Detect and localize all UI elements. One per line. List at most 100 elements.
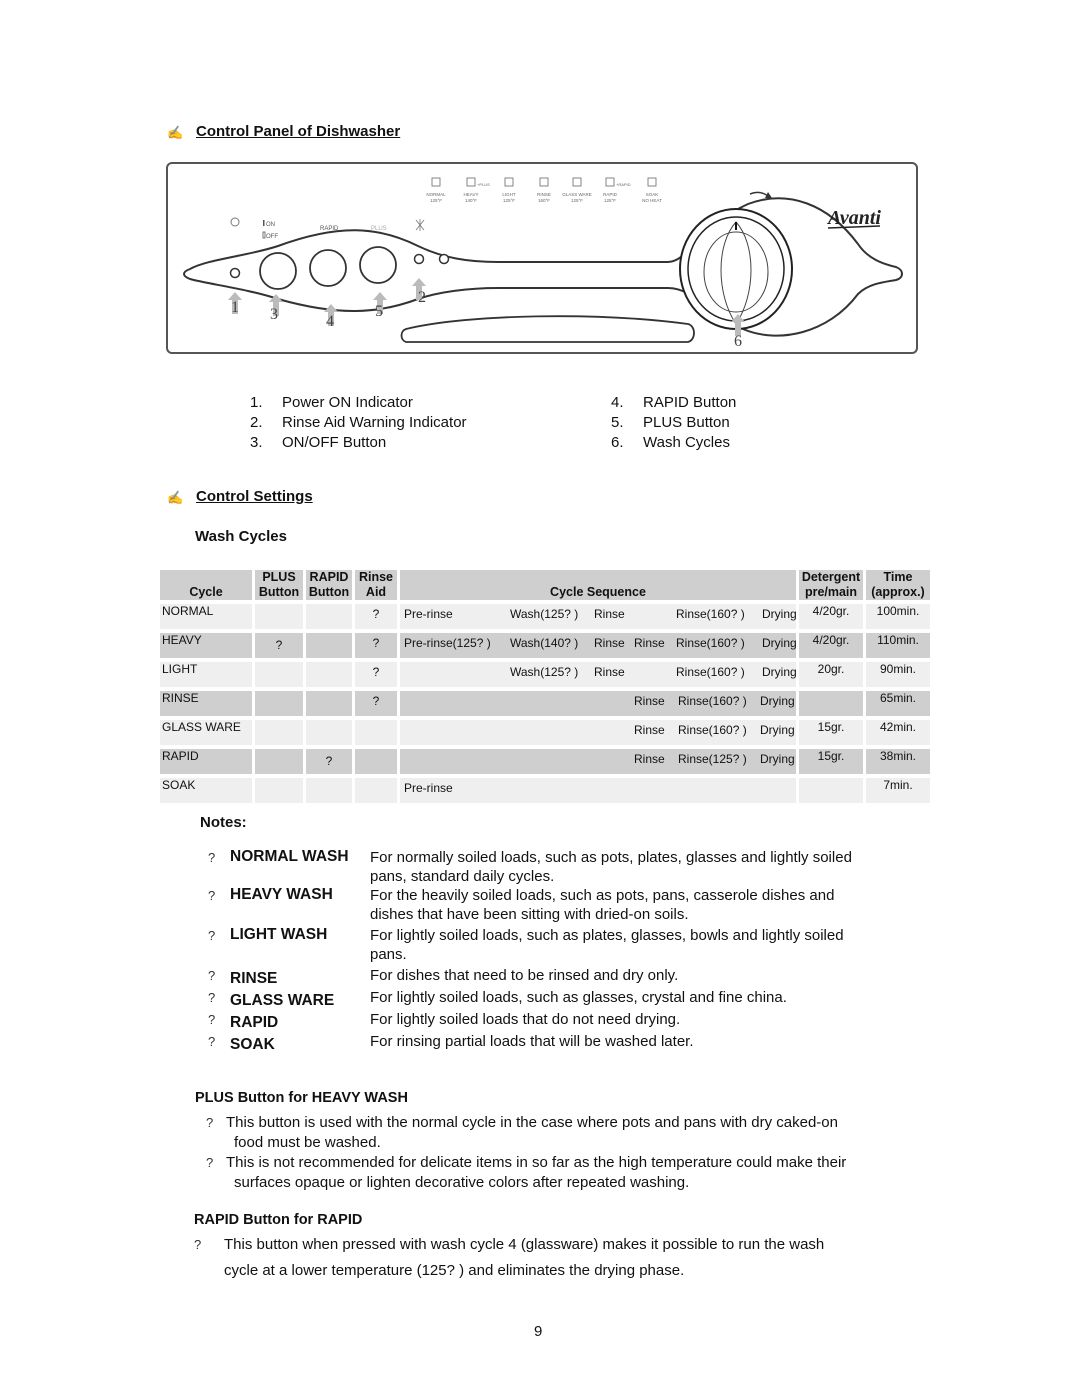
cell-plus xyxy=(255,749,303,774)
note-key: NORMAL WASH xyxy=(230,848,349,865)
note-description: For the heavily soiled loads, such as po… xyxy=(370,887,835,923)
sequence-step: Rinse(160? ) xyxy=(678,723,747,737)
cell-detergent: 15gr. xyxy=(799,749,863,774)
note-description: For lightly soiled loads that do not nee… xyxy=(370,1011,681,1028)
bullet-paragraph: ? This button when pressed with wash cycl… xyxy=(194,1232,934,1284)
legend-right: 4. RAPID Button 5. PLUS Button 6. Wash Cycl… xyxy=(611,393,736,453)
cell-cycle: GLASS WARE xyxy=(160,720,252,745)
cycle-temp-label: 125°F xyxy=(571,198,583,203)
cell-time: 100min. xyxy=(866,604,930,629)
cycle-icon-normal-icon xyxy=(431,177,441,187)
cycle-name-label: GLASS WARE xyxy=(562,192,592,197)
power-on-indicator xyxy=(229,267,241,279)
cycle-temp-label: 160°F xyxy=(538,198,550,203)
cell-plus xyxy=(255,778,303,803)
header-detergent: Detergent pre/main xyxy=(799,570,863,600)
note-key: GLASS WARE xyxy=(230,992,335,1009)
sequence-step: Rinse xyxy=(594,665,625,679)
cycle-temp-label: 125°F xyxy=(430,198,442,203)
cell-cycle: LIGHT xyxy=(160,662,252,687)
cell-cycle: NORMAL xyxy=(160,604,252,629)
bullet-paragraph: ? This is not recommended for delicate it… xyxy=(206,1154,847,1191)
callout-number: 1 xyxy=(231,299,239,316)
power-symbol-icon xyxy=(230,217,240,227)
sequence-step: Rinse xyxy=(634,752,665,766)
bullet-icon: ? xyxy=(208,888,216,903)
cell-detergent: 20gr. xyxy=(799,662,863,687)
cycle-temp-label: NO HEAT xyxy=(642,198,662,203)
plus-button[interactable] xyxy=(359,246,397,284)
cell-cycle: SOAK xyxy=(160,778,252,803)
note-key: SOAK xyxy=(230,1036,275,1053)
off-label: OFF xyxy=(266,234,278,240)
wash-cycles-table: Cycle PLUS Button RAPID Button Rinse Aid Cy… xyxy=(157,566,933,807)
bullet-icon: ? xyxy=(208,968,216,983)
note-item: ? RINSE For dishes that need to be rinsed … xyxy=(208,966,910,988)
legend-item: 4. RAPID Button xyxy=(611,394,737,411)
sequence-step: Pre-rinse(125? ) xyxy=(404,636,491,650)
notes-list: ? NORMAL WASH For normally soiled loads, s… xyxy=(208,848,910,1054)
cycle-icon-rapid-icon xyxy=(605,177,615,187)
sequence-step: Pre-rinse xyxy=(404,781,453,795)
cell-plus xyxy=(255,720,303,745)
cell-plus xyxy=(255,604,303,629)
rapid-section-title: RAPID Button for RAPID xyxy=(194,1212,363,1228)
rapid-button[interactable] xyxy=(309,249,347,287)
legend-item: 3. ON/OFF Button xyxy=(250,434,387,451)
note-item: ? SOAK For rinsing partial loads that will… xyxy=(208,1032,910,1054)
cycle-icon-glass-ware-icon xyxy=(572,177,582,187)
note-item: ? LIGHT WASH For lightly soiled loads, suc… xyxy=(208,926,910,964)
legend-item: 6. Wash Cycles xyxy=(611,434,730,451)
sequence-step: Drying xyxy=(760,694,795,708)
cell-cycle-sequence: Pre-rinse Wash(125? ) Rinse Rinse(160? ) Dry… xyxy=(400,604,797,629)
cycle-temp-label: 140°F xyxy=(465,198,477,203)
section-title-control-panel: Control Panel of Dishwasher xyxy=(196,123,401,140)
cell-detergent xyxy=(799,691,863,716)
table-row: RAPID? Rinse Rinse(125? ) Drying 15gr. 38min. xyxy=(160,749,930,774)
cycle-name-label: RAPID xyxy=(603,192,618,197)
wash-cycle-dial[interactable] xyxy=(679,191,793,330)
note-item: ? GLASS WARE For lightly soiled loads, suc… xyxy=(208,988,910,1010)
on-label: ON xyxy=(266,222,275,228)
table-header-row: Cycle PLUS Button RAPID Button Rinse Aid Cy… xyxy=(160,570,930,600)
cell-time: 42min. xyxy=(866,720,930,745)
cycle-icons: NORMAL125°F+PLUSHEAVY140°FLIGHT125°FRINS… xyxy=(426,177,662,203)
cell-cycle-sequence: Rinse Rinse(160? ) Drying xyxy=(400,691,796,716)
cell-cycle: RINSE xyxy=(160,691,252,716)
bullet-icon: ? xyxy=(208,1034,216,1049)
control-panel-drawing: NORMAL125°F+PLUSHEAVY140°FLIGHT125°FRINS… xyxy=(183,177,903,350)
header-rapid: RAPID Button xyxy=(306,570,352,600)
cycle-extra-label: +PLUS xyxy=(477,182,490,187)
note-description: For lightly soiled loads, such as glasse… xyxy=(370,989,787,1006)
indicator-light xyxy=(438,253,450,265)
bullet-icon: ? xyxy=(208,990,216,1005)
sequence-step: Drying xyxy=(762,636,797,650)
header-cycle-sequence: Cycle Sequence xyxy=(400,570,796,600)
note-description: For dishes that need to be rinsed and dr… xyxy=(370,967,679,984)
cycle-icon-light-icon xyxy=(504,177,514,187)
table-row: NORMAL? Pre-rinse Wash(125? ) Rinse Rinse(16… xyxy=(160,604,930,629)
section-title-control-settings: Control Settings xyxy=(196,488,313,505)
note-item: ? NORMAL WASH For normally soiled loads, s… xyxy=(208,848,910,886)
on-off-button[interactable] xyxy=(259,252,297,290)
cell-plus xyxy=(255,662,303,687)
cycle-name-label: SOAK xyxy=(646,192,659,197)
cycle-name-label: HEAVY xyxy=(464,192,479,197)
note-description: For normally soiled loads, such as pots,… xyxy=(370,849,852,885)
control-panel-illustration: NORMAL 125°F +PLUS HEAVY 140°F LIGHT 125°F RINS… xyxy=(166,162,918,354)
cell-rapid xyxy=(306,720,352,745)
cell-cycle: RAPID xyxy=(160,749,252,774)
sequence-step: Drying xyxy=(760,723,795,737)
bullet-paragraph: ? This button is used with the normal cyc… xyxy=(206,1114,838,1151)
cycle-icon-rinse-icon xyxy=(539,177,549,187)
note-key: LIGHT WASH xyxy=(230,926,328,943)
cell-cycle-sequence: Pre-rinse xyxy=(400,778,796,803)
note-description: For lightly soiled loads, such as plates… xyxy=(370,927,844,963)
header-rinse-aid: Rinse Aid xyxy=(355,570,397,600)
note-item: ? HEAVY WASH For the heavily soiled loads,… xyxy=(208,886,910,924)
callout-number: 3 xyxy=(270,306,278,323)
table-row: GLASS WARE Rinse Rinse(160? ) Drying 15gr. 42… xyxy=(160,720,930,745)
bullet-icon: ? xyxy=(194,1237,202,1252)
sequence-step: Rinse xyxy=(634,636,665,650)
table-row: HEAVY?? Pre-rinse(125? ) Wash(140? ) Rinse R… xyxy=(160,633,930,658)
